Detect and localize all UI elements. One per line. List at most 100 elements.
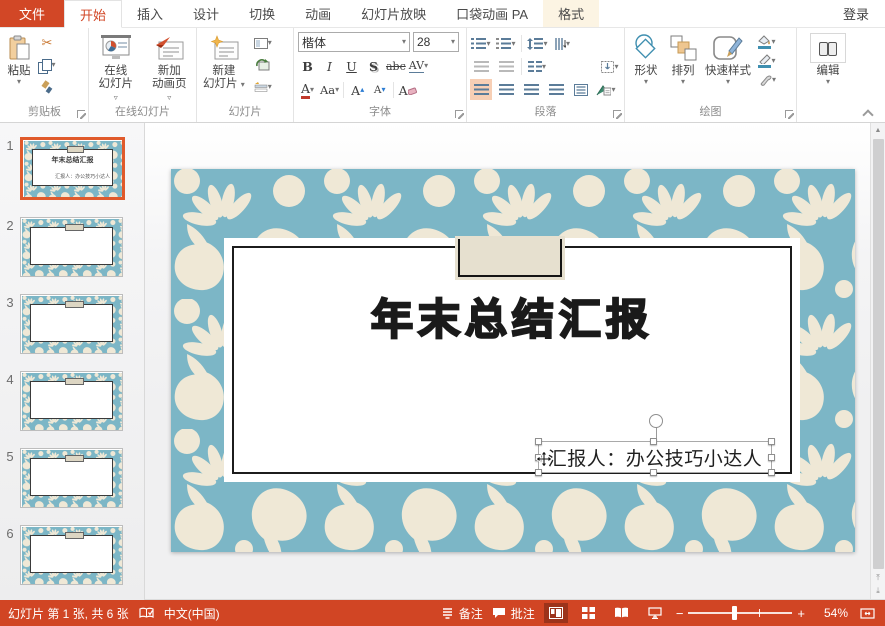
character-spacing-button[interactable]: AV▾	[409, 56, 428, 76]
spell-check-icon[interactable]	[139, 607, 154, 620]
underline-button[interactable]: U	[342, 56, 361, 76]
selection-handle-bottom-left[interactable]	[535, 469, 542, 476]
tab-format[interactable]: 格式	[543, 0, 599, 27]
online-slides-button[interactable]: 在线 幻灯片 ▿	[92, 30, 140, 105]
subtitle-textbox-selected[interactable]: 汇报人：办公技巧小达人	[538, 441, 772, 473]
slideshow-view-button[interactable]	[643, 603, 667, 623]
tab-file[interactable]: 文件	[0, 0, 64, 27]
text-direction-button[interactable]: ▾	[551, 33, 573, 54]
editing-button[interactable]: 编辑 ▾	[807, 30, 849, 86]
slide-thumbnail-6[interactable]: 6	[0, 525, 144, 585]
font-size-combo[interactable]: 28 ▾	[413, 32, 459, 52]
previous-slide-button[interactable]: ⤒	[876, 570, 880, 586]
bullets-button[interactable]: ▾	[470, 33, 492, 54]
arrange-button[interactable]: 排列 ▾	[666, 30, 700, 105]
login-button[interactable]: 登录	[827, 0, 885, 27]
drawing-dialog-launcher[interactable]	[785, 110, 793, 118]
shape-outline-button[interactable]: ▾	[756, 52, 778, 70]
slide-thumbnail-5[interactable]: 5	[0, 448, 144, 508]
notes-button[interactable]: 备注	[441, 605, 483, 622]
align-text-button[interactable]: ▾	[599, 56, 621, 77]
section-button[interactable]: ▾	[252, 76, 274, 98]
selection-handle-bottom-middle[interactable]	[650, 469, 657, 476]
tab-design[interactable]: 设计	[178, 0, 234, 27]
slide-thumbnail-4[interactable]: 4	[0, 371, 144, 431]
smartart-button[interactable]: ▾	[595, 79, 617, 100]
selection-handle-middle-right[interactable]	[768, 454, 775, 461]
normal-view-button[interactable]	[544, 603, 568, 623]
font-color-button[interactable]: A▾	[298, 80, 317, 100]
layout-button[interactable]: ▾	[252, 32, 274, 54]
bold-button[interactable]: B	[298, 56, 317, 76]
new-slide-button[interactable]: 新建 幻灯片 ▾	[200, 30, 248, 105]
zoom-slider[interactable]	[688, 612, 792, 614]
justify-button[interactable]	[545, 79, 567, 100]
scroll-up-arrow[interactable]: ▲	[875, 123, 882, 138]
zoom-slider-handle[interactable]	[732, 606, 737, 620]
slide-title-text[interactable]: 年末总结汇报	[224, 286, 800, 347]
align-left-button[interactable]	[470, 79, 492, 100]
numbering-button[interactable]: ▾	[495, 33, 517, 54]
slide-thumbnail-2[interactable]: 2	[0, 217, 144, 277]
tab-pocket-animation[interactable]: 口袋动画 PA	[441, 0, 543, 27]
collapse-ribbon-button[interactable]	[863, 108, 873, 116]
rotation-handle[interactable]	[649, 414, 663, 428]
shape-fill-button[interactable]: ▾	[756, 33, 778, 51]
distribute-button[interactable]	[570, 79, 592, 100]
zoom-percentage[interactable]: 54%	[814, 606, 848, 620]
quick-styles-button[interactable]: 快速样式 ▾	[702, 30, 754, 105]
paste-button[interactable]: 粘贴 ▾	[4, 30, 34, 105]
slide-thumbnail-1[interactable]: 1 年末总结汇报 汇报人：办公技巧小达人	[0, 137, 144, 200]
shapes-button[interactable]: 形状 ▾	[628, 30, 664, 105]
font-dialog-launcher[interactable]	[455, 110, 463, 118]
comments-button[interactable]: 批注	[492, 605, 535, 622]
slide-thumbnail-3[interactable]: 3	[0, 294, 144, 354]
fit-to-window-button[interactable]	[857, 603, 877, 623]
shape-effects-button[interactable]: ▾	[756, 71, 778, 89]
format-painter-button[interactable]	[36, 76, 58, 98]
slide-1-canvas[interactable]: 年末总结汇报 汇报人：办公技巧小达人	[171, 169, 855, 552]
paste-dropdown-caret[interactable]: ▾	[17, 78, 21, 86]
copy-button[interactable]: ▾	[36, 54, 58, 76]
selection-handle-top-middle[interactable]	[650, 438, 657, 445]
align-center-button[interactable]	[495, 79, 517, 100]
cut-button[interactable]: ✂	[36, 32, 58, 54]
tab-slideshow[interactable]: 幻灯片放映	[346, 0, 441, 27]
font-name-caret[interactable]: ▾	[402, 38, 406, 46]
next-slide-button[interactable]: ⤓	[876, 586, 880, 599]
subtitle-text[interactable]: 汇报人：办公技巧小达人	[539, 442, 771, 472]
tab-insert[interactable]: 插入	[122, 0, 178, 27]
decrease-font-button[interactable]: A▾	[370, 80, 389, 100]
clear-formatting-button[interactable]: A	[398, 80, 417, 100]
selection-handle-top-left[interactable]	[535, 438, 542, 445]
selection-handle-top-right[interactable]	[768, 438, 775, 445]
change-case-button[interactable]: Aa▾	[320, 80, 339, 100]
align-right-button[interactable]	[520, 79, 542, 100]
italic-button[interactable]: I	[320, 56, 339, 76]
zoom-in-button[interactable]: +	[797, 607, 805, 620]
tab-home[interactable]: 开始	[64, 0, 122, 28]
scrollbar-thumb[interactable]	[873, 139, 884, 569]
new-animation-page-button[interactable]: 新加 动画页 ▿	[146, 30, 194, 105]
reset-slide-button[interactable]	[252, 54, 274, 76]
language-indicator[interactable]: 中文(中国)	[164, 605, 220, 622]
increase-indent-button[interactable]	[495, 56, 517, 77]
strikethrough-button[interactable]: abc	[386, 56, 406, 76]
columns-button[interactable]: ▾	[526, 56, 548, 77]
slide-sorter-icon	[582, 607, 595, 619]
font-name-combo[interactable]: 楷体 ▾	[298, 32, 410, 52]
vertical-scrollbar[interactable]: ▲ ⤒ ⤓	[870, 123, 885, 599]
reading-view-button[interactable]	[610, 603, 634, 623]
text-shadow-button[interactable]: S	[364, 56, 383, 76]
increase-font-button[interactable]: A▴	[348, 80, 367, 100]
slide-sorter-view-button[interactable]	[577, 603, 601, 623]
line-spacing-button[interactable]: ▾	[526, 33, 548, 54]
tab-transitions[interactable]: 切换	[234, 0, 290, 27]
paragraph-dialog-launcher[interactable]	[613, 110, 621, 118]
tab-animations[interactable]: 动画	[290, 0, 346, 27]
font-size-caret[interactable]: ▾	[451, 38, 455, 46]
selection-handle-bottom-right[interactable]	[768, 469, 775, 476]
decrease-indent-button[interactable]	[470, 56, 492, 77]
clipboard-dialog-launcher[interactable]	[77, 110, 85, 118]
zoom-out-button[interactable]: −	[676, 607, 684, 620]
